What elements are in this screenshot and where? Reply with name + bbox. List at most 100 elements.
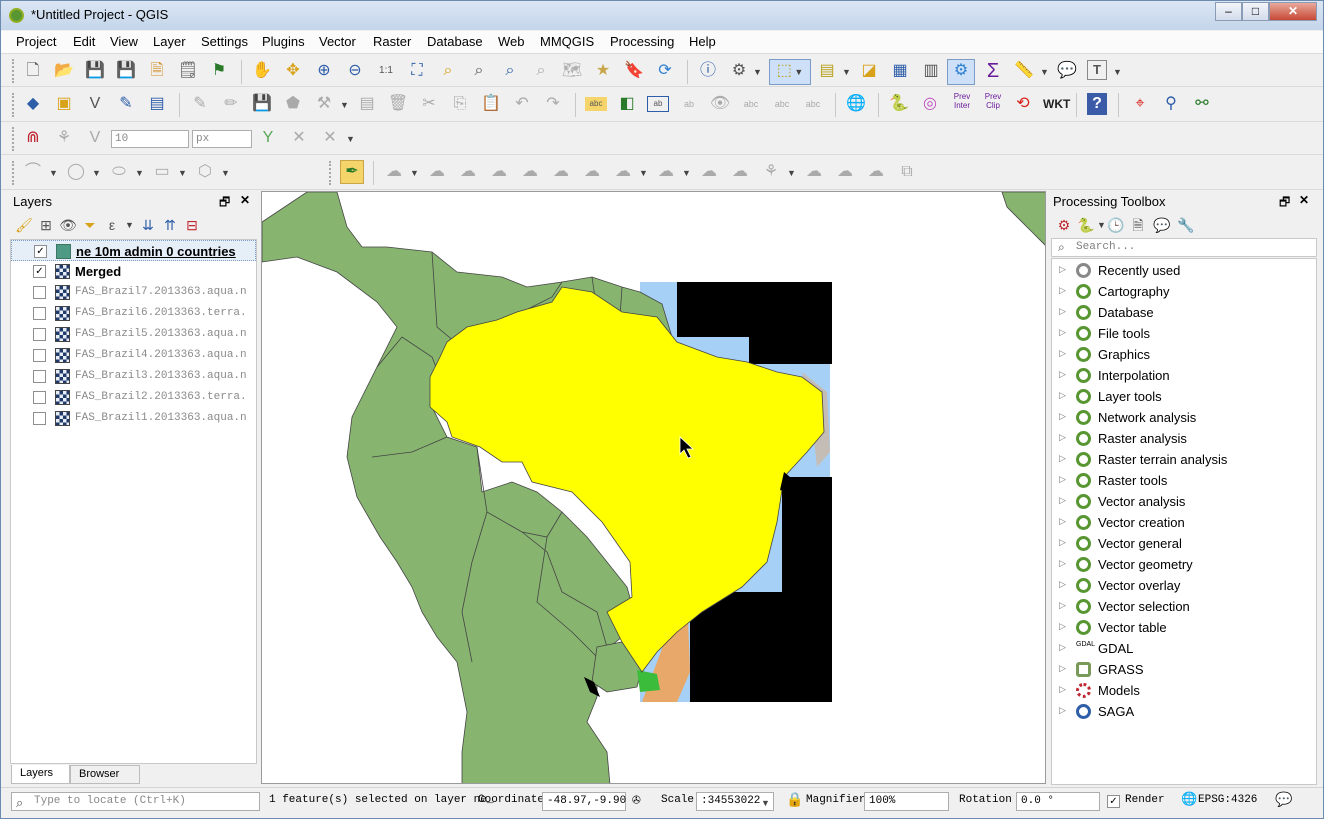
style-manager-icon[interactable]: ⚑	[208, 60, 230, 82]
zoom-full-icon[interactable]: ⛶	[406, 60, 428, 82]
edit-features-in-place-icon[interactable]: 💬	[1151, 214, 1173, 236]
merge-features-icon[interactable]: ☁	[803, 161, 825, 183]
processing-provider-item[interactable]: ▷ Cartography	[1052, 281, 1316, 302]
zoom-to-layer-icon[interactable]: ⌕	[468, 60, 490, 82]
processing-provider-item[interactable]: ▷ Vector analysis	[1052, 491, 1316, 512]
python-console-icon[interactable]: 🐍	[888, 93, 910, 115]
field-calculator-icon[interactable]: ▥	[920, 60, 942, 82]
merge-attributes-icon[interactable]: ☁	[834, 161, 856, 183]
add-part-icon[interactable]: ☁	[519, 161, 541, 183]
expand-arrow-icon[interactable]: ▷	[1059, 285, 1066, 296]
expand-arrow-icon[interactable]: ▷	[1059, 642, 1066, 653]
processing-provider-item[interactable]: ▷ GRASS	[1052, 659, 1316, 680]
paste-features-icon[interactable]: 📋	[480, 93, 502, 115]
add-circle-icon[interactable]: ◯	[65, 161, 87, 183]
minimize-button[interactable]: –	[1215, 2, 1242, 21]
delete-ring-icon[interactable]: ☁	[581, 161, 603, 183]
history-icon[interactable]: 🕒	[1105, 214, 1127, 236]
fill-ring-icon[interactable]: ☁	[550, 161, 572, 183]
zoom-next-icon[interactable]: ⌕	[530, 60, 552, 82]
toolbar-grip[interactable]	[12, 93, 16, 117]
menu-settings[interactable]: Settings	[201, 34, 248, 49]
vertex-tool-icon[interactable]: ⚒	[313, 93, 335, 115]
show-hide-labels-icon[interactable]: 👁	[709, 93, 731, 115]
new-shapefile-layer-icon[interactable]: V	[84, 93, 106, 115]
pan-to-selection-icon[interactable]: ✥	[282, 60, 304, 82]
layer-visibility-checkbox[interactable]	[33, 286, 46, 299]
current-edits-icon[interactable]: ✎	[189, 93, 211, 115]
cut-features-icon[interactable]: ✂	[418, 93, 440, 115]
metasearch-icon[interactable]: 🌐	[845, 93, 867, 115]
data-source-manager-icon[interactable]: ◆	[22, 93, 44, 115]
magnifier-spinbox[interactable]: 100%	[864, 792, 949, 811]
tab-layers[interactable]: Layers	[11, 765, 70, 784]
processing-provider-item[interactable]: ▷ File tools	[1052, 323, 1316, 344]
collapse-all-icon[interactable]: ⇈	[159, 214, 181, 236]
vertex-dropdown-icon[interactable]: ▼	[340, 100, 349, 110]
georeferencer-icon[interactable]: ⚲	[1160, 93, 1182, 115]
menu-raster[interactable]: Raster	[373, 34, 411, 49]
toolbar-grip[interactable]	[329, 161, 333, 185]
split-features-icon[interactable]: ☁	[729, 161, 751, 183]
processing-provider-item[interactable]: ▷ GDAL GDAL	[1052, 638, 1316, 659]
snapping-type-icon[interactable]: V	[84, 127, 106, 149]
menu-layer[interactable]: Layer	[153, 34, 186, 49]
layout-manager-icon[interactable]: 🗒	[177, 60, 199, 82]
layer-row[interactable]: FAS_Brazil6.2013363.terra.	[11, 303, 256, 324]
menu-edit[interactable]: Edit	[73, 34, 95, 49]
processing-provider-item[interactable]: ▷ Raster analysis	[1052, 428, 1316, 449]
add-feature-icon[interactable]: ⬟	[282, 93, 304, 115]
offset-point-symbols-icon[interactable]: ⧉	[896, 161, 918, 183]
maximize-button[interactable]: □	[1242, 2, 1269, 21]
expand-arrow-icon[interactable]: ▷	[1059, 348, 1066, 359]
prev-clip-icon[interactable]: Prev Clip	[981, 92, 1005, 114]
toggle-editing-icon[interactable]: ✏	[220, 93, 242, 115]
layer-visibility-checkbox[interactable]	[33, 370, 46, 383]
chevron-down-icon[interactable]: ▼	[178, 168, 187, 178]
crs-label[interactable]: EPSG:4326	[1198, 794, 1257, 806]
processing-provider-item[interactable]: ▷ Models	[1052, 680, 1316, 701]
coordinate-capture-icon[interactable]: ⌖	[1129, 93, 1151, 115]
chevron-down-icon[interactable]: ▼	[92, 168, 101, 178]
expand-all-icon[interactable]: ⇊	[137, 214, 159, 236]
delete-part-icon[interactable]: ☁	[612, 161, 634, 183]
menu-project[interactable]: Project	[16, 34, 56, 49]
remove-layer-icon[interactable]: ⊟	[181, 214, 203, 236]
lock-scale-icon[interactable]: 🔒	[786, 792, 803, 809]
scripts-icon[interactable]: 🐍	[1075, 214, 1097, 236]
add-group-icon[interactable]: ⊞	[35, 214, 57, 236]
rotate-point-symbols-icon[interactable]: ☁	[865, 161, 887, 183]
zoom-native-resolution-icon[interactable]: 1:1	[375, 60, 397, 82]
expand-arrow-icon[interactable]: ▷	[1059, 621, 1066, 632]
new-project-icon[interactable]: 🗋	[22, 60, 44, 82]
offset-curve-icon[interactable]: ☁	[698, 161, 720, 183]
rotate-label-icon[interactable]: abc	[771, 93, 793, 115]
processing-provider-item[interactable]: ▷ Vector selection	[1052, 596, 1316, 617]
menu-plugins[interactable]: Plugins	[262, 34, 305, 49]
measure-line-icon[interactable]: 📏	[1013, 60, 1035, 82]
float-panel-icon[interactable]: 🗗	[219, 193, 230, 214]
options-icon[interactable]: 🔧	[1175, 214, 1197, 236]
toolbar-grip[interactable]	[12, 127, 16, 151]
diagram-options-icon[interactable]: ◧	[616, 93, 638, 115]
menu-mmqgis[interactable]: MMQGIS	[540, 34, 594, 49]
layer-row[interactable]: FAS_Brazil1.2013363.aqua.n	[11, 408, 256, 429]
snapping-magnet-icon[interactable]: ⋒	[22, 127, 44, 149]
chevron-down-icon[interactable]: ▼	[135, 168, 144, 178]
expand-arrow-icon[interactable]: ▷	[1059, 411, 1066, 422]
rotation-spinbox[interactable]: 0.0 °	[1016, 792, 1100, 811]
zoom-out-icon[interactable]: ⊖	[344, 60, 366, 82]
processing-provider-item[interactable]: ▷ SAGA	[1052, 701, 1316, 722]
delete-selected-icon[interactable]: 🗑	[387, 93, 409, 115]
expand-arrow-icon[interactable]: ▷	[1059, 663, 1066, 674]
layer-visibility-checkbox[interactable]	[33, 349, 46, 362]
layer-row[interactable]: ✓ Merged	[11, 261, 256, 282]
modify-attributes-icon[interactable]: ▤	[356, 93, 378, 115]
style-layer-icon[interactable]: 🖌	[13, 214, 35, 236]
open-project-icon[interactable]: 📂	[53, 60, 75, 82]
tracing-icon[interactable]: ✕	[319, 127, 341, 149]
new-print-layout-icon[interactable]: 🗎	[146, 60, 168, 82]
reshape-features-icon[interactable]: ☁	[655, 161, 677, 183]
plugin-refresh-icon[interactable]: ⟲	[1012, 93, 1034, 115]
new-temp-layer-icon[interactable]: ✎	[115, 93, 137, 115]
